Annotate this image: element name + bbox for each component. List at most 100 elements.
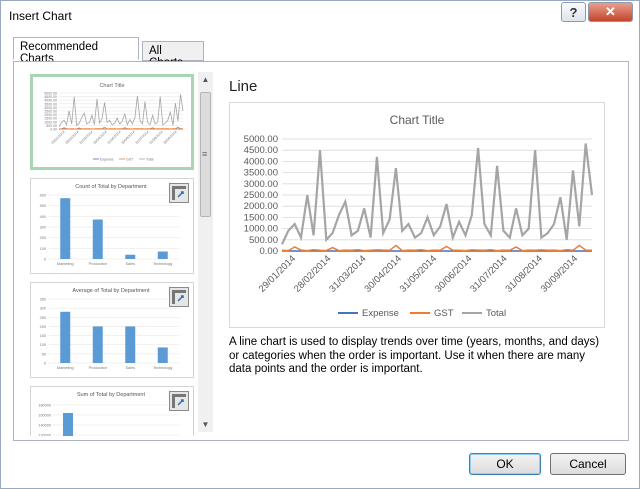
y-tick-label: 4500.00: [244, 145, 278, 156]
thumbnail-line-chart[interactable]: Chart Title 5000.00 4500.00 4000.00 3500.00…: [30, 74, 194, 170]
thumbnail-title: Chart Title: [99, 83, 124, 89]
y-tick-label: 1500.00: [244, 212, 278, 223]
thumbnail-title: Count of Total by Department: [75, 184, 147, 190]
thumbnail-sum-by-department[interactable]: Sum of Total by Department 180000 160000 1…: [30, 386, 194, 436]
thumbnail-count-by-department[interactable]: Count of Total by Department 600 500 400 30…: [30, 178, 194, 274]
chart-preview: Chart Title 5000.00 4500.00 4000.00 3500.00…: [229, 102, 605, 328]
thumb-bar: [92, 326, 103, 363]
x-tick-label: 31/03/2014: [327, 253, 368, 294]
y-tick-label: 3500.00: [244, 168, 278, 179]
legend-label: Total: [486, 308, 506, 319]
y-tick-label: 500: [40, 204, 46, 208]
ok-button[interactable]: OK: [469, 453, 541, 475]
y-tick-label: 2500.00: [244, 190, 278, 201]
help-button[interactable]: ?: [561, 2, 586, 22]
x-tick-label: Sales: [126, 262, 136, 266]
recommended-charts-panel: Chart Title 5000.00 4500.00 4000.00 3500.00…: [13, 61, 629, 441]
y-tick-label: 250: [40, 316, 46, 320]
y-tick-label: 200: [40, 325, 46, 329]
y-tick-label: 100: [40, 343, 46, 347]
y-tick-label: 0.00: [50, 128, 57, 132]
thumb-bar: [125, 326, 136, 363]
x-tick-label: 29/01/2014: [257, 253, 298, 294]
y-tick-label: 2000.00: [244, 201, 278, 212]
x-tick-label: 31/08/2014: [148, 130, 163, 145]
x-tick-label: 30/04/2014: [92, 130, 107, 145]
y-tick-label: 300: [40, 226, 46, 230]
x-tick-label: 30/04/2014: [362, 253, 403, 294]
y-tick-label: 3000.00: [244, 179, 278, 190]
thumbnail-title: Sum of Total by Department: [77, 392, 146, 398]
x-tick-label: 31/07/2014: [134, 130, 149, 145]
y-tick-label: 0.00: [260, 246, 279, 257]
scroll-down-icon[interactable]: ▼: [198, 417, 213, 432]
thumb-bar: [92, 219, 103, 259]
legend-label: GST: [126, 158, 134, 162]
y-tick-label: 0: [44, 362, 46, 366]
y-tick-label: 150: [40, 334, 46, 338]
thumbnail-average-by-department[interactable]: Average of Total by Department 350 300 250…: [30, 282, 194, 378]
x-tick-label: Production: [89, 262, 107, 266]
x-tick-label: 31/05/2014: [106, 130, 121, 145]
legend-label: Expense: [362, 308, 399, 319]
cancel-button[interactable]: Cancel: [550, 453, 626, 475]
x-tick-label: 30/06/2014: [433, 253, 474, 294]
thumb-series-line: [58, 126, 184, 130]
tab-recommended-charts[interactable]: Recommended Charts: [13, 37, 139, 65]
thumb-bar: [157, 347, 168, 363]
y-tick-label: 300: [40, 307, 46, 311]
pivot-chart-icon: [169, 391, 189, 411]
grip-icon: ≡: [202, 149, 208, 159]
thumb-bar: [125, 254, 136, 259]
dialog-title: Insert Chart: [9, 9, 72, 23]
thumb-bar: [63, 413, 73, 436]
y-tick-label: 4000.00: [244, 156, 278, 167]
x-tick-label: 31/08/2014: [503, 253, 544, 294]
x-tick-label: Production: [89, 366, 107, 370]
x-tick-label: Marketing: [57, 366, 74, 370]
x-tick-label: 28/02/2014: [292, 253, 333, 294]
x-tick-label: 30/09/2014: [162, 130, 177, 145]
x-tick-label: 31/07/2014: [468, 253, 509, 294]
y-tick-label: 100: [40, 247, 46, 251]
x-tick-label: 30/06/2014: [120, 130, 135, 145]
x-tick-label: Sales: [126, 366, 136, 370]
series-line-gst: [281, 244, 593, 252]
thumbnail-title: Average of Total by Department: [72, 288, 150, 294]
y-tick-label: 350: [40, 298, 46, 302]
close-button[interactable]: ✕: [588, 2, 633, 22]
chart-description: A line chart is used to display trends o…: [229, 336, 600, 375]
y-tick-label: 500.00: [249, 235, 278, 246]
x-tick-label: Technology: [153, 262, 172, 266]
y-tick-label: 1000.00: [244, 224, 278, 235]
x-tick-label: 31/05/2014: [398, 253, 439, 294]
y-tick-label: 400: [40, 215, 46, 219]
y-tick-label: 180000: [38, 404, 51, 408]
insert-chart-dialog: Insert Chart ? ✕ Recommended Charts All …: [0, 0, 640, 489]
chart-thumbnail-list: Chart Title 5000.00 4500.00 4000.00 3500.00…: [28, 72, 198, 436]
y-tick-label: 200: [40, 236, 46, 240]
pivot-chart-icon: [169, 183, 189, 203]
thumb-bar: [60, 311, 71, 363]
legend-label: Total: [146, 158, 154, 162]
x-tick-label: Technology: [153, 366, 172, 370]
series-line-total: [281, 143, 594, 245]
thumb-bar: [157, 251, 168, 259]
y-tick-label: 140000: [38, 424, 51, 428]
scrollbar-thumb[interactable]: ≡: [200, 92, 211, 217]
x-tick-label: 30/09/2014: [539, 253, 580, 294]
y-tick-label: 600: [40, 194, 46, 198]
x-tick-label: 31/03/2014: [78, 130, 93, 145]
x-tick-label: 29/01/2014: [50, 130, 65, 145]
chart-title: Chart Title: [390, 113, 445, 127]
y-tick-label: 120000: [38, 434, 51, 437]
tab-all-charts[interactable]: All Charts: [142, 41, 204, 69]
pivot-chart-icon: [169, 287, 189, 307]
preview-heading: Line: [229, 78, 258, 95]
thumbnail-scrollbar[interactable]: ▲ ≡ ▼: [198, 72, 213, 432]
scroll-up-icon[interactable]: ▲: [198, 72, 213, 87]
legend-label: Expense: [100, 158, 114, 162]
title-bar: Insert Chart ? ✕: [1, 1, 639, 33]
x-tick-label: Marketing: [57, 262, 74, 266]
y-tick-label: 0: [44, 258, 46, 262]
